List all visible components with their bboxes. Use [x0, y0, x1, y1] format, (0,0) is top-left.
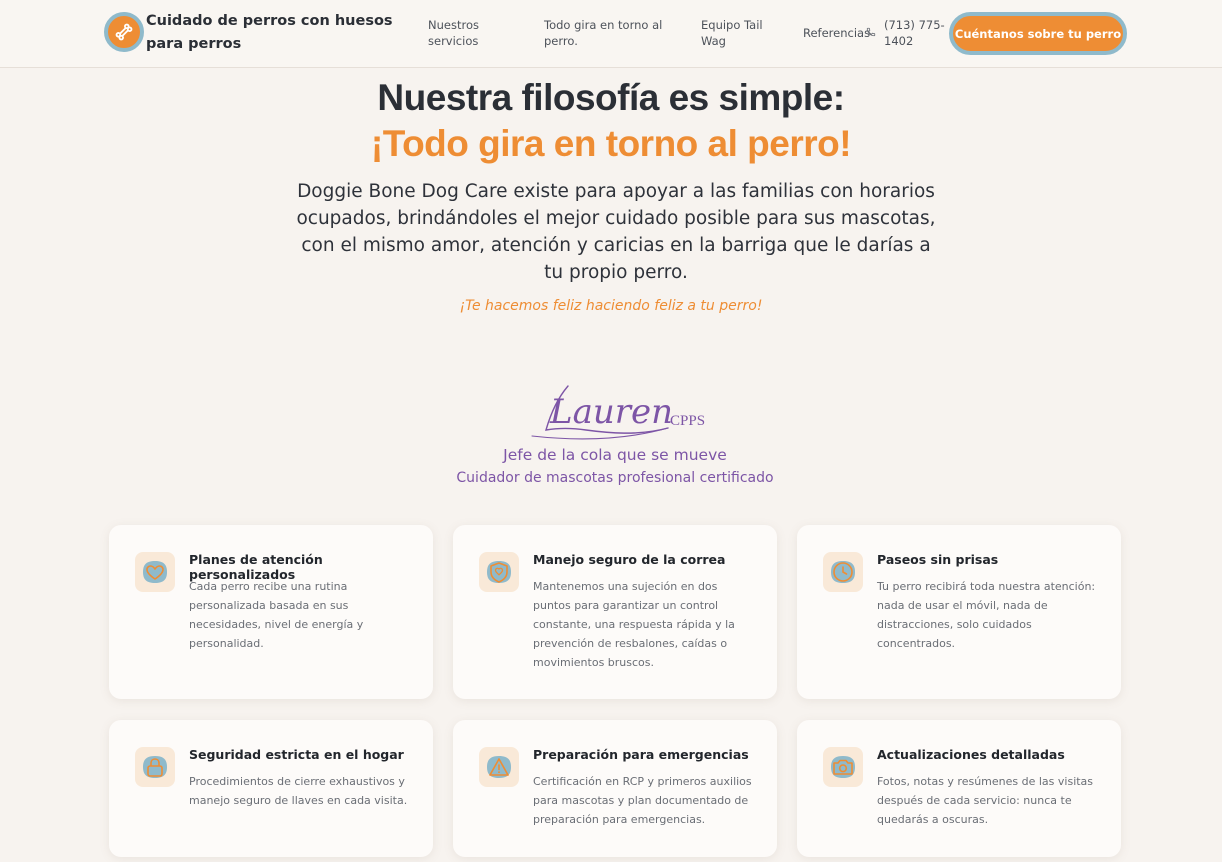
bone-logo-icon[interactable] — [104, 12, 144, 52]
card-description: Tu perro recibirá toda nuestra atención:… — [877, 580, 1096, 650]
shield-icon — [479, 552, 519, 592]
signature-credential: CPPS — [670, 413, 705, 429]
card-title: Paseos sin prisas — [877, 552, 999, 567]
hero-title-line1: Nuestra filosofía es simple: — [377, 77, 845, 118]
heart-icon — [135, 552, 175, 592]
feature-card: Actualizaciones detalladas Fotos, notas … — [797, 720, 1121, 857]
contact-cta-button[interactable]: Cuéntanos sobre tu perro — [949, 12, 1127, 55]
card-description: Cada perro recibe una rutina personaliza… — [189, 580, 364, 650]
camera-icon — [823, 747, 863, 787]
nav-references[interactable]: Referencias — [803, 25, 870, 41]
card-title: Preparación para emergencias — [533, 747, 749, 762]
nav-team[interactable]: Equipo Tail Wag — [701, 17, 781, 49]
card-description: Mantenemos una sujeción en dos puntos pa… — [533, 580, 735, 669]
hero-description: Doggie Bone Dog Care existe para apoyar … — [296, 181, 936, 283]
card-description: Certificación en RCP y primeros auxilios… — [533, 775, 752, 826]
card-title: Seguridad estricta en el hogar — [189, 747, 404, 762]
hero-title-line2: ¡Todo gira en torno al perro! — [370, 123, 852, 164]
card-description: Fotos, notas y resúmenes de las visitas … — [877, 775, 1094, 826]
card-title: Actualizaciones detalladas — [877, 747, 1065, 762]
feature-card: Seguridad estricta en el hogar Procedimi… — [109, 720, 433, 857]
phone-number[interactable]: (713) 775-1402 — [884, 17, 954, 49]
site-header: Cuidado de perros con huesos para perros… — [0, 0, 1222, 68]
phone-icon — [866, 27, 876, 37]
feature-card: Paseos sin prisas Tu perro recibirá toda… — [797, 525, 1121, 699]
signature-certification: Cuidador de mascotas profesional certifi… — [456, 470, 774, 486]
lauren-signature: Lauren CPPS — [531, 385, 705, 440]
lock-icon — [135, 747, 175, 787]
card-title: Manejo seguro de la correa — [533, 552, 726, 567]
clock-icon — [823, 552, 863, 592]
nav-philosophy[interactable]: Todo gira en torno al perro. — [544, 17, 674, 49]
warning-icon — [479, 747, 519, 787]
brand-name[interactable]: Cuidado de perros con huesos para perros — [146, 10, 416, 56]
signature-role: Jefe de la cola que se mueve — [503, 446, 727, 464]
feature-card: Manejo seguro de la correa Mantenemos un… — [453, 525, 777, 699]
hero-tagline: ¡Te hacemos feliz haciendo feliz a tu pe… — [459, 298, 763, 314]
card-description: Procedimientos de cierre exhaustivos y m… — [189, 775, 408, 807]
nav-services[interactable]: Nuestros servicios — [428, 17, 518, 49]
signature-name: Lauren — [549, 392, 673, 432]
feature-card: Planes de atención personalizados Cada p… — [109, 525, 433, 699]
feature-card: Preparación para emergencias Certificaci… — [453, 720, 777, 857]
